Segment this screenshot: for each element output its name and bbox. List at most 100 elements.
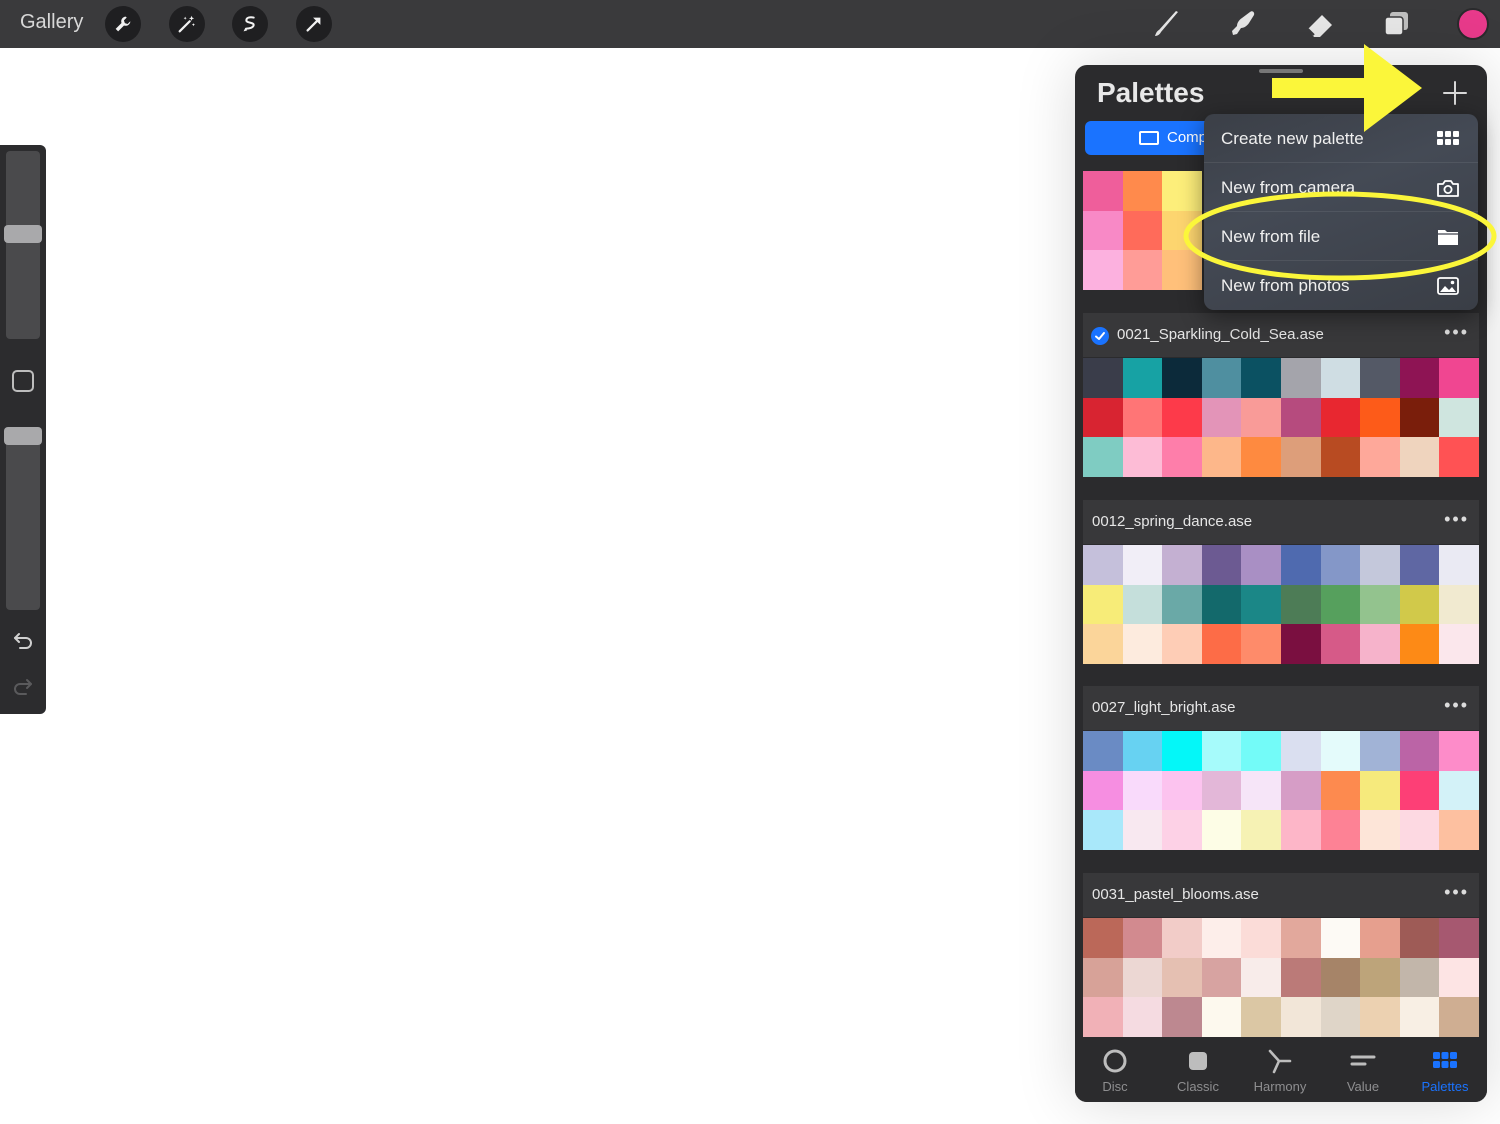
- color-swatch[interactable]: [1320, 358, 1361, 398]
- color-swatch[interactable]: [1439, 770, 1479, 810]
- color-swatch[interactable]: [1162, 545, 1202, 585]
- color-swatch[interactable]: [1083, 397, 1123, 437]
- color-swatch[interactable]: [1201, 437, 1242, 477]
- palette-header[interactable]: 0027_light_bright.ase •••: [1083, 686, 1479, 730]
- color-swatch[interactable]: [1122, 957, 1163, 997]
- color-swatch[interactable]: [1201, 810, 1242, 850]
- color-swatch[interactable]: [1122, 437, 1163, 477]
- color-swatch[interactable]: [1280, 624, 1321, 664]
- color-swatch[interactable]: [1280, 810, 1321, 850]
- color-swatch[interactable]: [1122, 250, 1163, 290]
- color-swatch[interactable]: [1083, 358, 1123, 398]
- color-swatch[interactable]: [1241, 731, 1281, 771]
- color-swatch[interactable]: [1162, 397, 1202, 437]
- smudge-tool-button[interactable]: [1222, 6, 1262, 42]
- color-swatch[interactable]: [1162, 918, 1202, 958]
- color-swatch[interactable]: [1360, 810, 1400, 850]
- color-swatch[interactable]: [1241, 545, 1281, 585]
- layers-button[interactable]: [1376, 6, 1416, 42]
- tab-value[interactable]: Value: [1323, 1047, 1403, 1094]
- color-swatch[interactable]: [1162, 210, 1202, 250]
- color-swatch[interactable]: [1320, 810, 1361, 850]
- color-swatch[interactable]: [1162, 358, 1202, 398]
- color-swatch[interactable]: [1241, 397, 1281, 437]
- color-swatch[interactable]: [1360, 731, 1400, 771]
- eraser-tool-button[interactable]: [1300, 6, 1340, 42]
- color-swatch[interactable]: [1201, 584, 1242, 624]
- color-swatch[interactable]: [1439, 918, 1479, 958]
- color-swatch[interactable]: [1162, 250, 1202, 290]
- palette-header[interactable]: 0031_pastel_blooms.ase •••: [1083, 873, 1479, 917]
- color-swatch[interactable]: [1320, 997, 1361, 1037]
- color-swatch[interactable]: [1083, 997, 1123, 1037]
- color-swatch[interactable]: [1122, 997, 1163, 1037]
- palette-more-icon[interactable]: •••: [1444, 882, 1469, 903]
- color-swatch[interactable]: [1201, 397, 1242, 437]
- color-swatch[interactable]: [1083, 171, 1123, 211]
- color-swatch[interactable]: [1122, 770, 1163, 810]
- brush-size-thumb[interactable]: [4, 225, 42, 243]
- color-swatch[interactable]: [1241, 770, 1281, 810]
- color-swatch[interactable]: [1083, 918, 1123, 958]
- brush-tool-button[interactable]: [1146, 6, 1186, 42]
- color-swatch[interactable]: [1320, 437, 1361, 477]
- color-swatch[interactable]: [1320, 770, 1361, 810]
- color-swatch[interactable]: [1320, 397, 1361, 437]
- color-swatch[interactable]: [1201, 358, 1242, 398]
- color-swatch[interactable]: [1280, 957, 1321, 997]
- color-swatch[interactable]: [1122, 918, 1163, 958]
- color-swatch[interactable]: [1083, 210, 1123, 250]
- color-swatch[interactable]: [1083, 250, 1123, 290]
- transform-button[interactable]: [296, 6, 332, 42]
- add-palette-plus-icon[interactable]: [1441, 79, 1469, 107]
- color-swatch[interactable]: [1399, 624, 1440, 664]
- color-swatch[interactable]: [1122, 810, 1163, 850]
- color-swatch[interactable]: [1439, 997, 1479, 1037]
- color-swatch[interactable]: [1360, 545, 1400, 585]
- color-swatch[interactable]: [1280, 358, 1321, 398]
- color-swatch[interactable]: [1201, 957, 1242, 997]
- tab-disc[interactable]: Disc: [1075, 1047, 1155, 1094]
- color-swatch[interactable]: [1399, 997, 1440, 1037]
- opacity-thumb[interactable]: [4, 427, 42, 445]
- color-swatch[interactable]: [1280, 770, 1321, 810]
- selection-button[interactable]: [232, 6, 268, 42]
- color-swatch[interactable]: [1241, 624, 1281, 664]
- color-swatch[interactable]: [1399, 731, 1440, 771]
- color-swatch[interactable]: [1241, 810, 1281, 850]
- color-swatch[interactable]: [1320, 918, 1361, 958]
- color-swatch[interactable]: [1439, 545, 1479, 585]
- palette-more-icon[interactable]: •••: [1444, 509, 1469, 530]
- color-swatch[interactable]: [1241, 584, 1281, 624]
- color-swatch[interactable]: [1241, 957, 1281, 997]
- color-swatch[interactable]: [1122, 397, 1163, 437]
- color-swatch[interactable]: [1162, 437, 1202, 477]
- menu-item-create-new-palette[interactable]: Create new palette: [1204, 114, 1478, 163]
- color-swatch[interactable]: [1083, 624, 1123, 664]
- tab-classic[interactable]: Classic: [1158, 1047, 1238, 1094]
- color-swatch[interactable]: [1083, 731, 1123, 771]
- color-swatch[interactable]: [1320, 624, 1361, 664]
- actions-button[interactable]: [105, 6, 141, 42]
- color-swatch[interactable]: [1122, 731, 1163, 771]
- color-swatch[interactable]: [1122, 171, 1163, 211]
- color-swatch[interactable]: [1201, 731, 1242, 771]
- palette-header[interactable]: 0021_Sparkling_Cold_Sea.ase •••: [1083, 313, 1479, 357]
- palette-header[interactable]: 0012_spring_dance.ase •••: [1083, 500, 1479, 544]
- color-swatch[interactable]: [1360, 624, 1400, 664]
- color-swatch[interactable]: [1439, 584, 1479, 624]
- color-swatch[interactable]: [1201, 624, 1242, 664]
- color-swatch[interactable]: [1280, 731, 1321, 771]
- color-swatch[interactable]: [1083, 437, 1123, 477]
- color-swatch[interactable]: [1320, 545, 1361, 585]
- menu-item-new-from-photos[interactable]: New from photos: [1204, 261, 1478, 310]
- color-swatch[interactable]: [1360, 358, 1400, 398]
- color-swatch[interactable]: [1162, 171, 1202, 211]
- color-swatch[interactable]: [1439, 810, 1479, 850]
- color-swatch[interactable]: [1320, 584, 1361, 624]
- color-swatch[interactable]: [1360, 918, 1400, 958]
- opacity-slider[interactable]: [6, 427, 40, 610]
- color-swatch[interactable]: [1201, 918, 1242, 958]
- color-swatch[interactable]: [1360, 997, 1400, 1037]
- color-swatch[interactable]: [1241, 918, 1281, 958]
